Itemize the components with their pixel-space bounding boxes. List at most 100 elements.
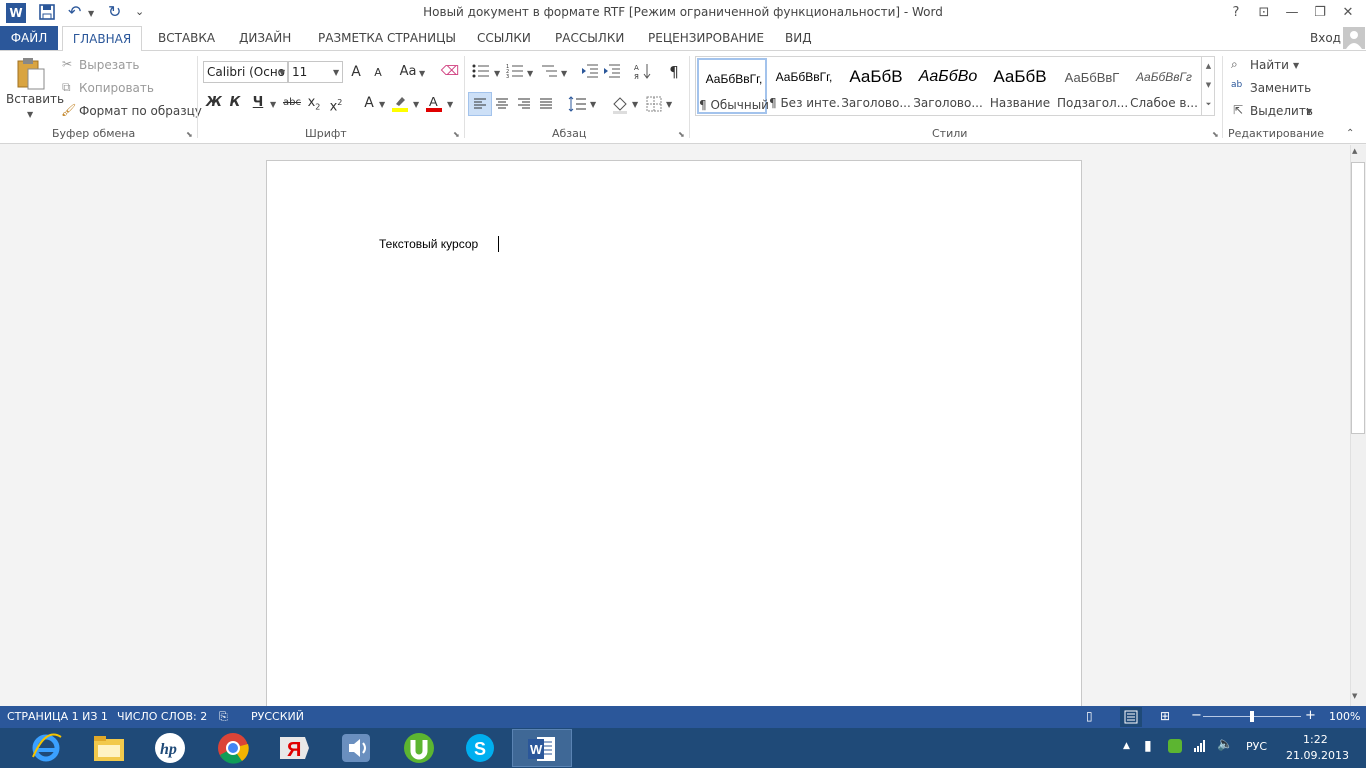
page-count[interactable]: СТРАНИЦА 1 ИЗ 1 (7, 710, 108, 723)
tab-design[interactable]: ДИЗАЙН (239, 26, 291, 50)
borders-icon[interactable] (643, 93, 665, 115)
shading-dropdown-icon[interactable]: ▼ (632, 100, 638, 109)
shading-icon[interactable] (609, 93, 631, 115)
file-explorer-icon[interactable] (79, 729, 139, 767)
replace-icon[interactable]: ab (1231, 80, 1242, 90)
style-no-spacing[interactable]: АаБбВвГг, ¶ Без инте... (769, 58, 839, 114)
bullets-dropdown-icon[interactable]: ▼ (494, 69, 500, 78)
underline-button[interactable]: Ч (247, 92, 269, 114)
cut-button[interactable]: Вырезать (79, 58, 140, 72)
word-taskbar-button[interactable]: W (512, 729, 572, 767)
zoom-level[interactable]: 100% (1329, 710, 1360, 723)
tab-insert[interactable]: ВСТАВКА (158, 26, 215, 50)
scroll-down-icon[interactable]: ▼ (1352, 692, 1357, 700)
scroll-up-icon[interactable]: ▲ (1352, 147, 1357, 155)
print-layout-button[interactable] (1120, 707, 1142, 727)
numbering-icon[interactable]: 123 (506, 63, 524, 80)
bullets-icon[interactable] (472, 63, 490, 79)
clipboard-launcher-icon[interactable]: ⬊ (186, 130, 193, 139)
find-button[interactable]: Найти (1250, 58, 1289, 72)
tab-mailings[interactable]: РАССЫЛКИ (555, 26, 624, 50)
numbering-dropdown-icon[interactable]: ▼ (527, 69, 533, 78)
replace-button[interactable]: Заменить (1250, 81, 1311, 95)
ribbon-display-button[interactable]: ⊡ (1252, 3, 1276, 23)
proofing-icon[interactable]: ⎘ (219, 710, 228, 724)
skype-icon[interactable]: S (450, 729, 510, 767)
styles-launcher-icon[interactable]: ⬊ (1212, 130, 1219, 139)
paste-dropdown-icon[interactable]: ▼ (27, 110, 33, 119)
style-normal[interactable]: АаБбВвГг, ¶ Обычный (697, 58, 769, 114)
shrink-font-button[interactable]: A (367, 62, 389, 84)
maximize-button[interactable]: ❐ (1308, 3, 1332, 23)
volume-icon[interactable]: 🔈 (1217, 737, 1233, 752)
styles-up-icon[interactable]: ▲ (1202, 57, 1215, 76)
show-hidden-icons-button[interactable]: ▲ (1123, 741, 1130, 751)
tab-references[interactable]: ССЫЛКИ (477, 26, 531, 50)
document-text[interactable]: Текстовый курсор (379, 237, 478, 251)
subscript-button[interactable]: x2 (303, 92, 325, 114)
chrome-icon[interactable] (203, 729, 263, 767)
grow-font-button[interactable]: A (345, 61, 367, 83)
tab-home[interactable]: ГЛАВНАЯ (62, 26, 142, 51)
format-painter-icon[interactable]: 🖌 (61, 103, 76, 117)
zoom-out-button[interactable]: − (1191, 708, 1202, 723)
avatar[interactable] (1343, 27, 1365, 49)
yandex-browser-icon[interactable]: Я (264, 729, 324, 767)
clock-time[interactable]: 1:22 (1303, 733, 1328, 746)
font-name-combo[interactable]: Calibri (Осно (203, 61, 288, 83)
media-player-icon[interactable] (326, 729, 386, 767)
justify-icon[interactable] (535, 93, 557, 115)
underline-dropdown-icon[interactable]: ▼ (270, 100, 276, 109)
word-count[interactable]: ЧИСЛО СЛОВ: 2 (117, 710, 207, 723)
find-dropdown-icon[interactable]: ▼ (1293, 61, 1299, 70)
sort-icon[interactable]: AЯ (634, 62, 652, 81)
text-effects-icon[interactable]: A (358, 92, 380, 114)
format-painter-button[interactable]: Формат по образцу (79, 104, 202, 118)
copy-icon[interactable]: ⧉ (62, 80, 71, 95)
internet-explorer-icon[interactable] (16, 729, 76, 767)
clear-formatting-icon[interactable]: ⌫ (439, 61, 461, 83)
input-language[interactable]: РУС (1246, 740, 1267, 753)
styles-down-icon[interactable]: ▼ (1202, 76, 1215, 95)
strikethrough-button[interactable]: abc (281, 92, 303, 114)
sign-in-link[interactable]: Вход (1310, 26, 1341, 50)
styles-more-icon[interactable]: ⏷ (1202, 95, 1215, 114)
network-status-icon[interactable] (1168, 739, 1182, 753)
tab-review[interactable]: РЕЦЕНЗИРОВАНИЕ (648, 26, 764, 50)
utorrent-icon[interactable] (389, 729, 449, 767)
font-name-dropdown-icon[interactable]: ▼ (279, 68, 285, 77)
tab-view[interactable]: ВИД (785, 26, 812, 50)
wifi-signal-icon[interactable] (1193, 738, 1207, 755)
binoculars-icon[interactable]: ⌕ (1231, 57, 1238, 72)
change-case-button[interactable]: Aa (397, 61, 419, 83)
paste-button[interactable]: Вставить (6, 92, 64, 106)
paste-icon[interactable] (14, 57, 46, 91)
show-formatting-button[interactable]: ¶ (663, 61, 685, 83)
font-color-icon[interactable]: A (425, 94, 443, 112)
web-layout-icon[interactable]: ⊞ (1160, 709, 1170, 723)
clock-date[interactable]: 21.09.2013 (1286, 749, 1349, 762)
multilevel-dropdown-icon[interactable]: ▼ (561, 69, 567, 78)
collapse-ribbon-icon[interactable]: ⌃ (1346, 128, 1354, 139)
bold-button[interactable]: Ж (203, 92, 225, 114)
align-right-icon[interactable] (513, 93, 535, 115)
styles-scroll[interactable]: ▲ ▼ ⏷ (1201, 57, 1215, 115)
tab-file[interactable]: ФАЙЛ (0, 26, 58, 50)
style-subtle-emphasis[interactable]: АаБбВвГг Слабое в... (1129, 58, 1199, 114)
zoom-slider-thumb[interactable] (1250, 711, 1254, 722)
close-button[interactable]: ✕ (1336, 3, 1360, 23)
line-spacing-icon[interactable] (567, 93, 589, 115)
font-launcher-icon[interactable]: ⬊ (453, 130, 460, 139)
multilevel-list-icon[interactable] (540, 63, 558, 79)
style-title[interactable]: АаБбВ Название (985, 58, 1055, 114)
cut-icon[interactable]: ✂ (62, 57, 72, 71)
select-button[interactable]: Выделить (1250, 104, 1313, 118)
minimize-button[interactable]: — (1280, 3, 1304, 23)
highlight-color-icon[interactable] (391, 94, 409, 112)
borders-dropdown-icon[interactable]: ▼ (666, 100, 672, 109)
increase-indent-icon[interactable] (603, 63, 621, 79)
copy-button[interactable]: Копировать (79, 81, 154, 95)
style-heading-1[interactable]: АаБбВ Заголово... (841, 58, 911, 114)
hp-icon[interactable]: hp (140, 729, 200, 767)
select-dropdown-icon[interactable]: ▼ (1306, 107, 1312, 116)
